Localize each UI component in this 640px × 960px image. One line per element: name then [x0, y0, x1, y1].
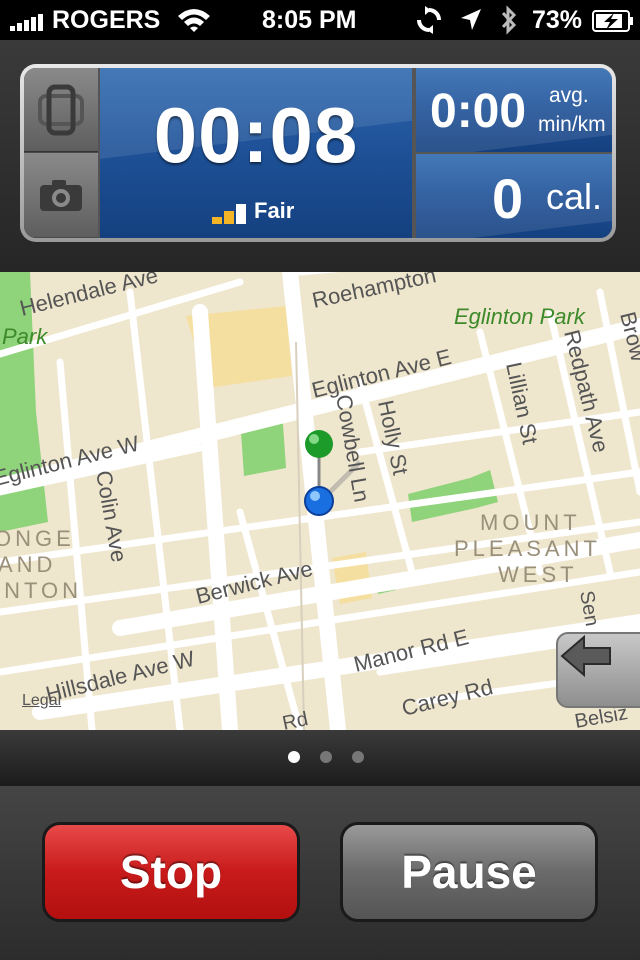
pace-value: 0:00: [430, 85, 527, 138]
location-arrow-icon: [461, 9, 481, 30]
bluetooth-icon: [501, 5, 517, 35]
view-toggle-button[interactable]: [24, 68, 98, 152]
street-label: Rd: [280, 708, 310, 730]
camera-icon: [40, 180, 82, 211]
timer-panel: 00:08 Fair: [100, 68, 412, 238]
calories-panel: 0 cal.: [416, 154, 612, 238]
current-location-icon: [304, 486, 334, 516]
pace-panel: 0:00 avg. min/km: [416, 68, 612, 152]
map-canvas[interactable]: Helendale Ave Roehampton Eglinton Park P…: [0, 272, 640, 730]
gps-signal: Fair: [212, 198, 294, 224]
battery-charging-icon: [592, 10, 633, 32]
gps-signal-bars-icon: [212, 204, 248, 224]
street-label: Sen: [575, 589, 603, 628]
dashboard-frame: 00:08 Fair 0:00 avg. min/km 0 cal.: [20, 64, 616, 242]
gps-signal-label: Fair: [254, 198, 295, 223]
stop-button[interactable]: Stop: [42, 822, 300, 922]
elapsed-timer: 00:08: [153, 91, 359, 179]
street-label: Carey Rd: [399, 674, 495, 721]
district-label: ONGE: [0, 526, 75, 551]
battery-percent: 73%: [532, 6, 583, 34]
status-bar: ROGERS 8:05 PM 73%: [0, 0, 640, 40]
sync-icon: [417, 6, 441, 34]
calories-value: 0: [492, 167, 524, 230]
workout-controls: Stop Pause: [0, 786, 640, 960]
page-dot-active[interactable]: [288, 751, 300, 763]
signal-bars-icon: [10, 13, 50, 31]
pause-button[interactable]: Pause: [340, 822, 598, 922]
district-label: MOUNT: [480, 510, 581, 535]
pace-unit-min-km: min/km: [538, 113, 606, 136]
street-label: Holly St: [373, 398, 413, 477]
park-label: Park: [2, 324, 48, 349]
page-dot[interactable]: [352, 751, 364, 763]
district-label: AND: [0, 552, 56, 577]
camera-button[interactable]: [24, 153, 98, 237]
left-arrow-icon: [560, 634, 611, 678]
legal-link[interactable]: Legal: [22, 692, 61, 710]
park-label: Eglinton Park: [454, 304, 586, 329]
dashboard-inner: 00:08 Fair 0:00 avg. min/km 0 cal.: [24, 68, 612, 238]
stats-panel: 00:08 Fair 0:00 avg. min/km 0 cal.: [0, 40, 640, 272]
route-map[interactable]: Helendale Ave Roehampton Eglinton Park P…: [0, 272, 640, 730]
back-arrow-button[interactable]: [556, 632, 640, 708]
phone-rotate-icon: [38, 84, 84, 135]
wifi-icon: [178, 9, 210, 32]
carrier-name: ROGERS: [52, 6, 161, 34]
district-label: WEST: [498, 562, 578, 587]
page-indicator: [0, 730, 640, 786]
side-buttons: [24, 68, 98, 238]
district-label: INTON: [0, 578, 82, 603]
status-time: 8:05 PM: [262, 6, 357, 34]
district-label: PLEASANT: [454, 536, 601, 561]
page-dot[interactable]: [320, 751, 332, 763]
pace-unit-avg: avg.: [549, 84, 589, 107]
calories-unit: cal.: [546, 176, 603, 217]
street-label: Roehampton: [310, 272, 438, 313]
